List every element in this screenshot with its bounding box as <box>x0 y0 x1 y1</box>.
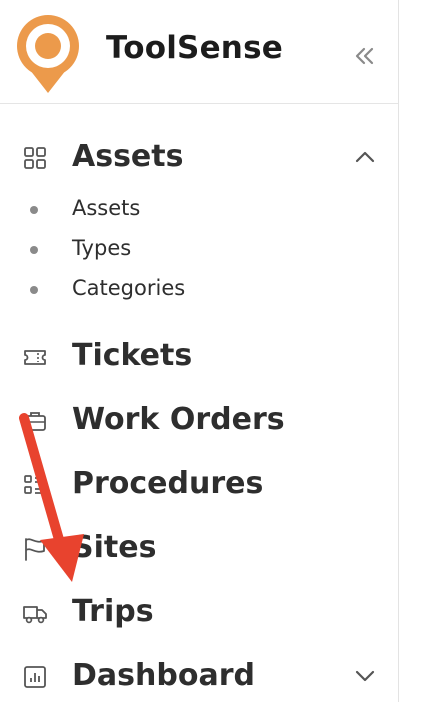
bullet-icon <box>30 286 38 294</box>
collapse-sidebar-button[interactable] <box>350 41 380 71</box>
nav-label: Trips <box>72 594 154 629</box>
sidebar: ToolSense Assets Assets Types Categories <box>0 0 399 702</box>
sub-item-label: Assets <box>72 196 141 220</box>
nav-label: Assets <box>72 139 184 174</box>
nav-work-orders[interactable]: Work Orders <box>0 395 398 445</box>
chevron-down-icon[interactable] <box>352 663 378 689</box>
nav-tickets[interactable]: Tickets <box>0 331 398 381</box>
briefcase-icon <box>24 412 46 431</box>
nav-dashboard[interactable]: Dashboard <box>0 651 398 701</box>
nav-label: Tickets <box>72 338 193 373</box>
sub-item-label: Categories <box>72 276 186 300</box>
brand-name: ToolSense <box>106 30 283 66</box>
double-chevron-left-icon <box>355 47 374 65</box>
brand-header: ToolSense <box>0 0 398 104</box>
content-area <box>400 0 428 702</box>
nav-trips[interactable]: Trips <box>0 587 398 637</box>
nav-label: Dashboard <box>72 658 255 693</box>
chevron-up-icon[interactable] <box>352 144 378 170</box>
nav-sites[interactable]: Sites <box>0 523 398 573</box>
toolsense-logo <box>17 15 79 93</box>
grid-icon <box>24 147 46 169</box>
sub-item-types[interactable]: Types <box>0 230 398 268</box>
nav-label: Procedures <box>72 466 264 501</box>
truck-icon <box>23 606 47 624</box>
sub-item-assets[interactable]: Assets <box>0 190 398 228</box>
sub-item-categories[interactable]: Categories <box>0 270 398 308</box>
bullet-icon <box>30 206 38 214</box>
checklist-icon <box>24 475 45 494</box>
chart-icon <box>24 666 46 688</box>
ticket-icon <box>24 350 46 365</box>
nav-label: Sites <box>72 530 157 565</box>
nav-label: Work Orders <box>72 402 285 437</box>
nav-procedures[interactable]: Procedures <box>0 459 398 509</box>
flag-icon <box>25 538 45 561</box>
sub-item-label: Types <box>72 236 132 260</box>
bullet-icon <box>30 246 38 254</box>
nav-assets[interactable]: Assets <box>0 132 398 182</box>
